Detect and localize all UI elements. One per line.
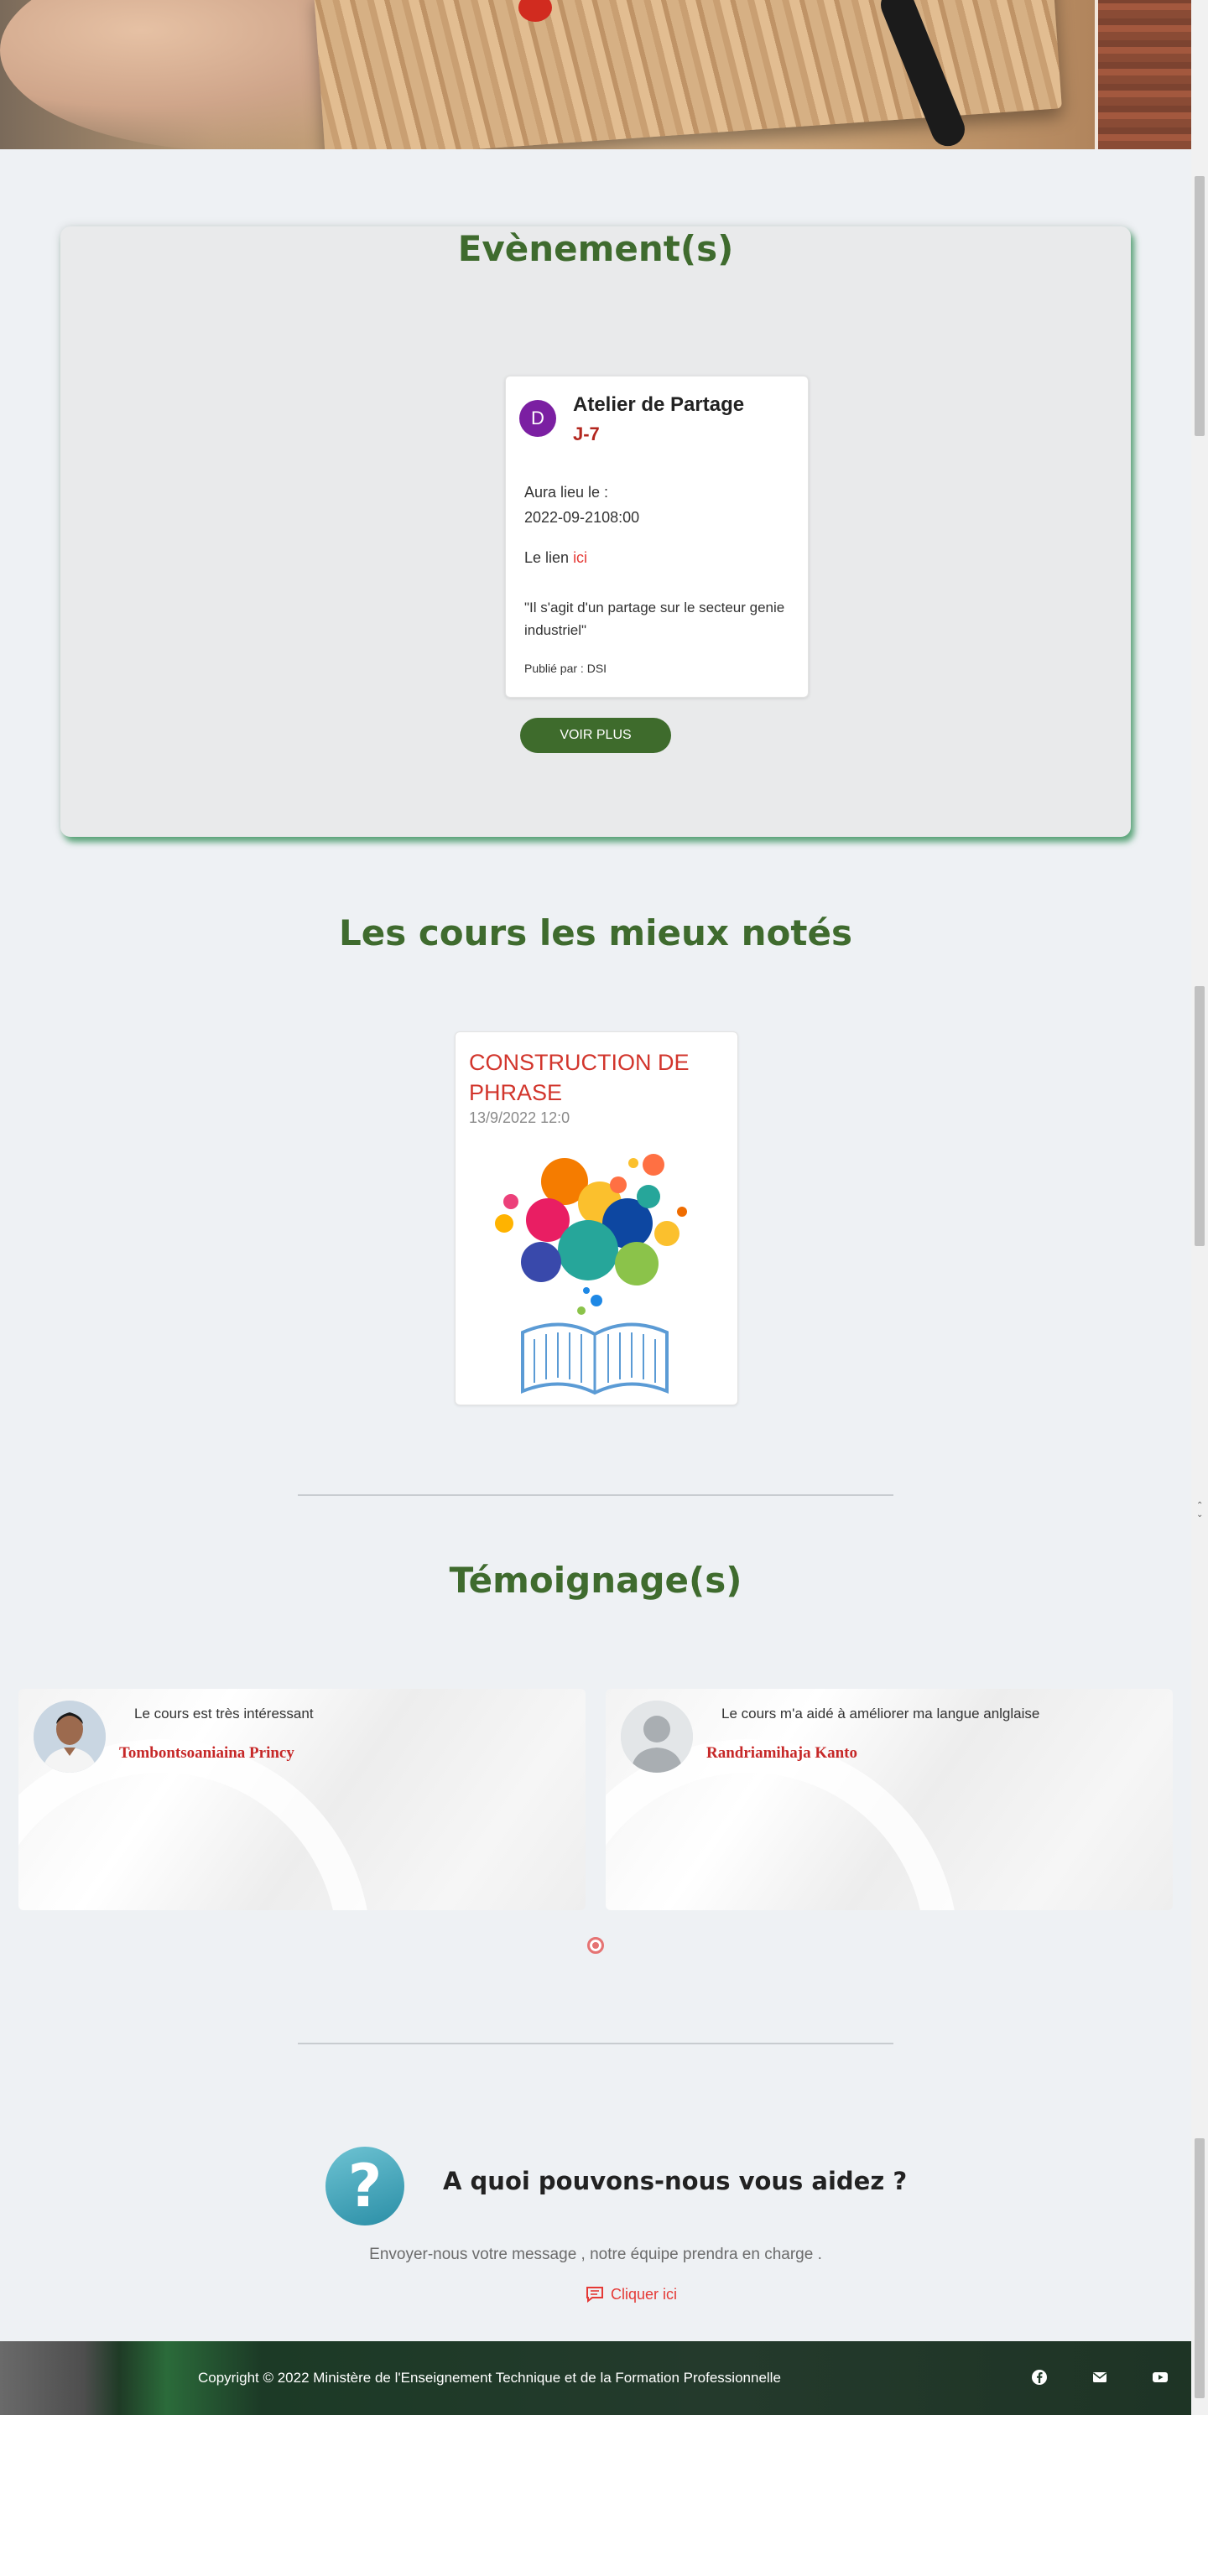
scroll-arrows-icon[interactable]: ⌃ ⌄ — [1196, 1501, 1203, 1519]
testimonial-card: Le cours est très intéressant Tombontsoa… — [18, 1689, 586, 1910]
scrollbar-thumb[interactable] — [1195, 986, 1205, 1246]
event-countdown: J-7 — [573, 423, 600, 444]
course-date: 13/9/2022 12:0 — [469, 1109, 570, 1126]
event-link-label: Le lien — [524, 549, 570, 566]
person-photo-image — [34, 1701, 106, 1773]
course-title: CONSTRUCTION DE PHRASE — [469, 1050, 690, 1105]
see-more-button[interactable]: VOIR PLUS — [520, 718, 671, 753]
divider — [298, 2043, 893, 2044]
contact-link-label: Cliquer ici — [611, 2286, 678, 2303]
event-description: "Il s'agit d'un partage sur le secteur g… — [524, 600, 785, 638]
events-section: Evènement(s) D Atelier de Partage J-7 Au… — [60, 226, 1131, 837]
hero-image — [0, 0, 1191, 149]
message-icon — [586, 2287, 603, 2303]
testimonials-title: Témoignage(s) — [449, 1560, 742, 1601]
person-photo — [34, 1701, 106, 1773]
youtube-icon[interactable] — [1151, 2368, 1169, 2386]
event-link-row: Le lien ici — [524, 549, 587, 567]
help-text: Envoyer-nous votre message , notre équip… — [369, 2246, 822, 2263]
event-title: Atelier de Partage — [573, 393, 745, 416]
events-title: Evènement(s) — [457, 228, 734, 269]
question-icon: ? — [325, 2147, 404, 2225]
education-illustration — [495, 1154, 687, 1395]
testimonial-card: Le cours m'a aidé à améliorer ma langue … — [606, 1689, 1173, 1910]
blank-area — [0, 2415, 1208, 2576]
avatar: D — [519, 400, 556, 437]
copyright: Copyright © 2022 Ministère de l'Enseigne… — [198, 2370, 781, 2386]
contact-link[interactable]: Cliquer ici — [586, 2286, 677, 2303]
event-author: Publié par : DSI — [524, 662, 607, 675]
help-title: A quoi pouvons-nous vous aidez ? — [443, 2167, 908, 2195]
hero-brick-wall — [1095, 0, 1191, 149]
scrollbar[interactable]: ⌃ ⌄ — [1191, 0, 1208, 2415]
mail-icon[interactable] — [1091, 2368, 1109, 2386]
scrollbar-thumb[interactable] — [1195, 2138, 1205, 2398]
event-date: 2022-09-2108:00 — [524, 509, 640, 526]
event-link[interactable]: ici — [573, 549, 587, 566]
testimonial-quote: Le cours est très intéressant — [134, 1706, 314, 1722]
courses-title: Les cours les mieux notés — [339, 912, 852, 953]
carousel-indicator[interactable] — [587, 1937, 604, 1954]
default-avatar — [621, 1701, 693, 1773]
user-icon — [621, 1701, 693, 1773]
testimonial-quote: Le cours m'a aidé à améliorer ma langue … — [721, 1706, 1040, 1722]
page: Evènement(s) D Atelier de Partage J-7 Au… — [0, 0, 1191, 2415]
testimonial-author: Randriamihaja Kanto — [706, 1744, 857, 1762]
scrollbar-thumb[interactable] — [1195, 176, 1205, 436]
event-date-label: Aura lieu le : — [524, 484, 609, 501]
facebook-icon[interactable] — [1030, 2368, 1049, 2386]
course-card[interactable]: CONSTRUCTION DE PHRASE 13/9/2022 12:0 — [455, 1031, 738, 1405]
footer: Copyright © 2022 Ministère de l'Enseigne… — [0, 2341, 1191, 2415]
divider — [298, 1494, 893, 1496]
testimonial-author: Tombontsoaniaina Princy — [119, 1744, 294, 1762]
event-card[interactable]: D Atelier de Partage J-7 Aura lieu le : … — [505, 376, 809, 698]
